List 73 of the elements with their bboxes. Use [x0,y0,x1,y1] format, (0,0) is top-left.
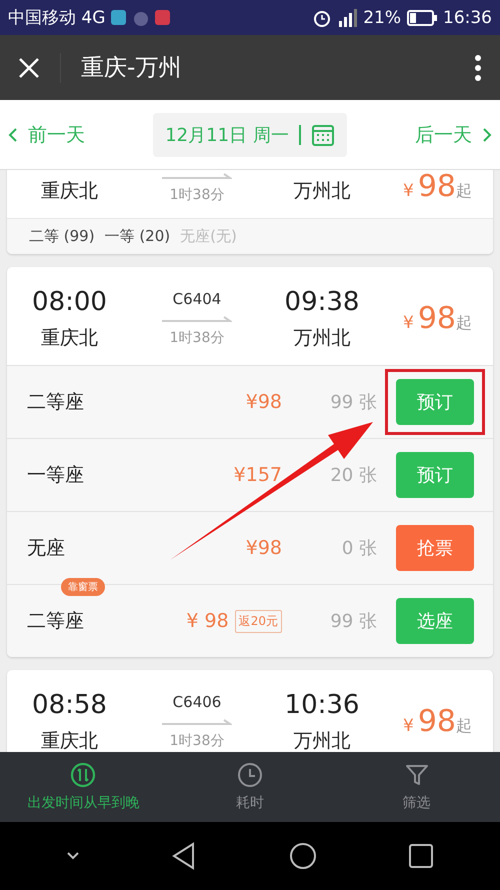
train-card[interactable]: 08:00 重庆北 C6404 1时38分 09:38 万州北 ¥98起 二等座 ¥98 99 张 预订 一等座 ¥157 20 张 预订 无座 ¥98 0 张 抢票 靠窗票 二等座 ¥ 98 返20元 99 张 选座 [7,267,493,657]
seat-price: ¥ 98 [186,610,229,632]
price-suffix: 起 [456,312,472,334]
price-suffix: 起 [456,181,472,202]
sort-icon [70,762,96,788]
departure-time: 08:00 [32,286,107,319]
seat-availability: 二等 (99) [29,227,95,246]
train-card[interactable]: 08:58 重庆北 C6406 1时38分 10:36 万州北 ¥98起 [7,670,493,752]
sort-tab[interactable]: 出发时间从早到晚 [0,752,167,822]
arrival-station: 万州北 [294,179,350,204]
book-button[interactable]: 选座 [396,598,474,644]
duration: 1时38分 [170,186,224,204]
signal-icon [337,8,358,26]
arrival-station: 万州北 [294,729,350,752]
close-icon[interactable] [18,56,40,78]
chevron-left-icon [8,126,18,142]
ticket-count: 20 张 [330,464,377,487]
home-icon[interactable] [288,842,317,870]
battery-icon [407,10,437,26]
ticket-count: 0 张 [342,537,377,560]
alarm-clock-icon [313,8,332,26]
lowest-price: 98 [418,170,456,204]
battery-percent: 21% [363,8,401,28]
next-day-link[interactable]: 后一天 [415,122,492,148]
clock-time: 16:36 [443,8,492,28]
seat-price: ¥98 [246,391,282,413]
price-suffix: 起 [456,716,472,736]
departure-time: 08:58 [32,689,107,722]
departure-station: 重庆北 [41,326,98,351]
lowest-price: 98 [418,300,456,336]
arrival-time: 10:36 [284,689,360,722]
ticket-count: 99 张 [330,391,377,414]
ticket-count: 99 张 [330,610,377,633]
seat-class: 一等座 [27,464,84,486]
sort-tab[interactable]: 耗时 [166,752,334,822]
train-number: C6404 [172,289,222,309]
clock-icon [236,762,263,788]
rebate-tag: 返20元 [234,610,282,632]
currency-sign: ¥ [402,181,414,201]
page-title: 重庆-万州 [60,52,182,82]
calendar-icon [310,122,335,146]
seat-availability: 一等 (20) [104,227,170,246]
previous-day-link[interactable]: 前一天 [8,122,85,148]
seat-class: 二等座 [27,610,84,632]
book-button[interactable]: 预订 [396,452,474,498]
notification-icons-drawing [111,8,172,26]
train-card[interactable]: 重庆北 1时38分 万州北 ¥98起 二等 (99) 一等 (20) 无座(无) [7,170,493,254]
lowest-price: 98 [418,704,456,738]
chevron-down-icon[interactable] [66,851,80,861]
filter-icon [404,762,430,788]
arrival-station: 万州北 [294,326,350,351]
duration: 1时38分 [170,732,224,750]
seat-availability: 无座(无) [180,227,237,246]
date-picker[interactable]: 12月11日 周一 [153,112,347,156]
seat-price: ¥98 [246,537,282,559]
arrival-time: 09:38 [284,286,360,319]
train-number: C6406 [172,692,222,712]
seat-class: 无座 [27,537,65,559]
departure-station: 重庆北 [41,729,98,752]
currency-sign: ¥ [402,312,414,332]
book-button[interactable]: 预订 [396,379,474,425]
seat-class: 二等座 [27,391,84,413]
carrier-text: 中国移动 4G [8,7,106,29]
book-button[interactable]: 抢票 [396,525,474,571]
duration: 1时38分 [170,329,224,347]
departure-station: 重庆北 [41,179,98,204]
window-seat-badge: 靠窗票 [61,578,105,596]
seat-price: ¥157 [234,464,282,486]
currency-sign: ¥ [402,716,414,736]
more-menu-icon[interactable] [474,54,482,80]
sort-tab[interactable]: 筛选 [333,752,500,822]
recent-apps-icon[interactable] [408,843,434,869]
chevron-right-icon [482,126,492,142]
